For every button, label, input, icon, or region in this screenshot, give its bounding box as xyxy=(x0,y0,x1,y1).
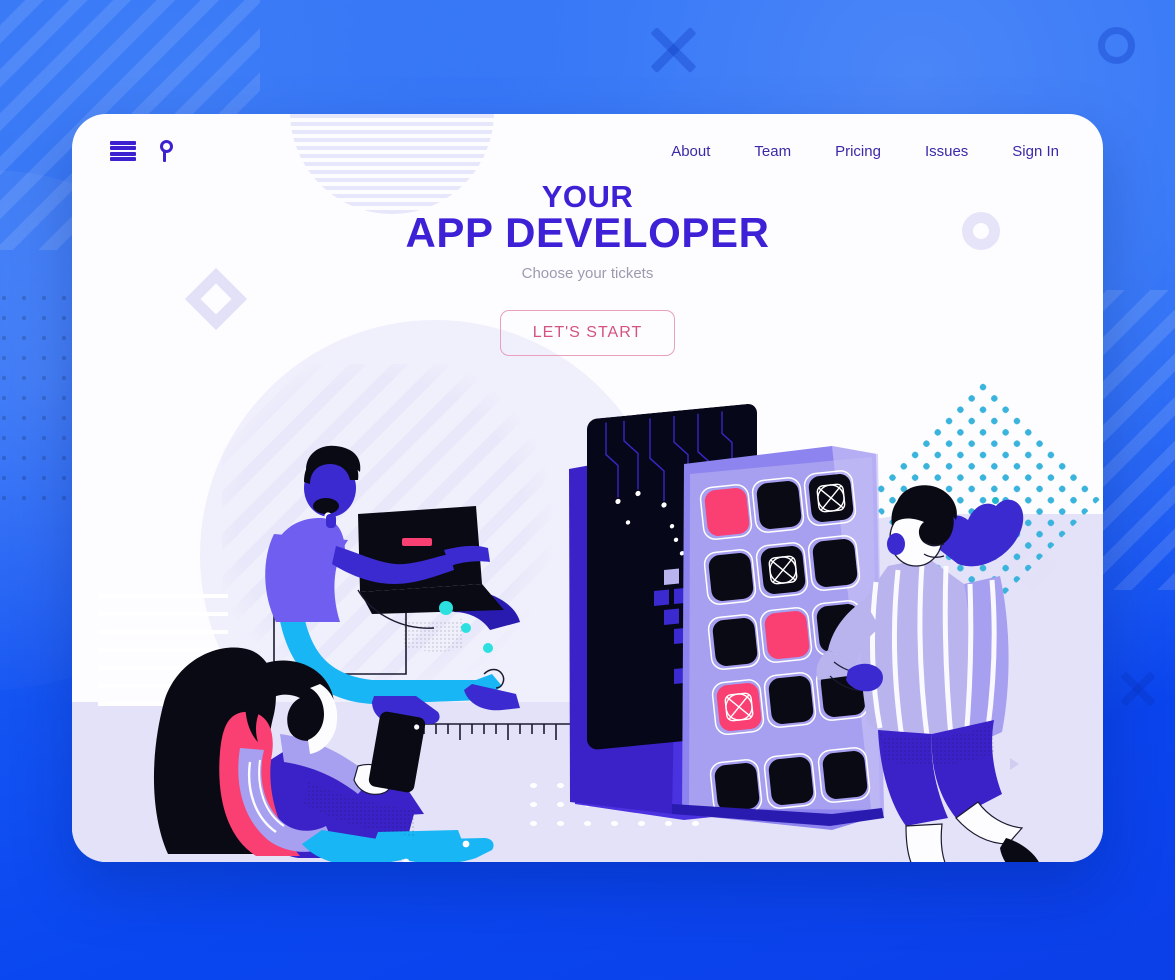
dot-grid-left xyxy=(0,288,74,508)
x-mark-bottom-right-icon xyxy=(1117,668,1159,710)
hero-card: About Team Pricing Issues Sign In YOUR A… xyxy=(72,114,1103,862)
x-mark-top-center-icon xyxy=(645,22,701,78)
smartphone-in-hand xyxy=(368,711,426,793)
app-developer-illustration xyxy=(72,114,1103,862)
page-background: About Team Pricing Issues Sign In YOUR A… xyxy=(0,0,1175,980)
ring-top-right-icon xyxy=(1098,27,1135,64)
woman-sitting-with-phone xyxy=(153,647,494,862)
